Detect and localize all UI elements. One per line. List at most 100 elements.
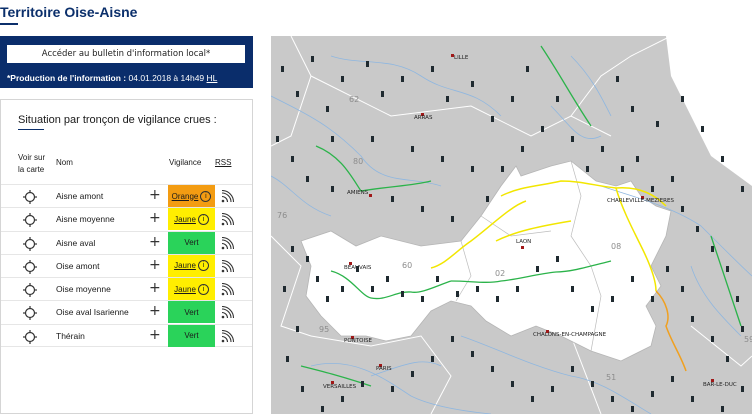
station-marker[interactable] <box>681 206 684 212</box>
station-marker[interactable] <box>436 276 439 282</box>
station-marker[interactable] <box>441 156 444 162</box>
station-marker[interactable] <box>556 96 559 102</box>
station-marker[interactable] <box>736 296 739 302</box>
station-marker[interactable] <box>741 186 744 192</box>
station-marker[interactable] <box>486 196 489 202</box>
station-marker[interactable] <box>696 226 699 232</box>
station-marker[interactable] <box>551 386 554 392</box>
station-marker[interactable] <box>331 136 334 142</box>
station-marker[interactable] <box>283 286 286 292</box>
header-rss[interactable]: RSS <box>215 158 231 167</box>
station-marker[interactable] <box>591 306 594 312</box>
station-marker[interactable] <box>721 406 724 412</box>
station-marker[interactable] <box>411 146 414 152</box>
locate-on-map-icon[interactable] <box>22 282 38 298</box>
station-marker[interactable] <box>451 216 454 222</box>
vigilance-label[interactable]: Jaune <box>174 261 196 270</box>
station-marker[interactable] <box>691 316 694 322</box>
locate-on-map-icon[interactable] <box>22 329 38 345</box>
vigilance-label[interactable]: Orange <box>172 192 199 201</box>
station-marker[interactable] <box>726 356 729 362</box>
station-marker[interactable] <box>611 296 614 302</box>
station-marker[interactable] <box>496 296 499 302</box>
rss-icon[interactable] <box>221 329 235 343</box>
station-marker[interactable] <box>341 76 344 82</box>
station-marker[interactable] <box>421 206 424 212</box>
station-marker[interactable] <box>711 336 714 342</box>
station-marker[interactable] <box>491 366 494 372</box>
station-marker[interactable] <box>386 276 389 282</box>
rss-icon[interactable] <box>221 306 235 319</box>
station-marker[interactable] <box>511 381 514 387</box>
station-marker[interactable] <box>666 266 669 272</box>
station-marker[interactable] <box>361 381 364 387</box>
station-marker[interactable] <box>671 176 674 182</box>
locate-on-map-icon[interactable] <box>22 212 38 228</box>
rss-icon[interactable] <box>221 213 235 226</box>
station-marker[interactable] <box>446 96 449 102</box>
station-marker[interactable] <box>631 106 634 112</box>
locate-on-map-icon[interactable] <box>22 189 38 205</box>
station-marker[interactable] <box>726 266 729 272</box>
vigilance-label[interactable]: Jaune <box>174 285 196 294</box>
station-marker[interactable] <box>501 166 504 172</box>
station-marker[interactable] <box>371 136 374 142</box>
station-marker[interactable] <box>341 286 344 292</box>
station-marker[interactable] <box>306 256 309 262</box>
rss-icon[interactable] <box>221 283 235 296</box>
station-marker[interactable] <box>306 176 309 182</box>
station-marker[interactable] <box>331 186 334 192</box>
station-marker[interactable] <box>411 371 414 377</box>
station-marker[interactable] <box>611 396 614 402</box>
station-marker[interactable] <box>291 156 294 162</box>
station-marker[interactable] <box>391 196 394 202</box>
info-icon[interactable]: i <box>200 190 212 202</box>
station-marker[interactable] <box>516 286 519 292</box>
station-marker[interactable] <box>431 66 434 72</box>
station-marker[interactable] <box>456 291 459 297</box>
station-marker[interactable] <box>341 396 344 402</box>
station-marker[interactable] <box>476 286 479 292</box>
station-marker[interactable] <box>366 61 369 67</box>
rss-icon[interactable] <box>221 236 235 250</box>
station-marker[interactable] <box>721 156 724 162</box>
station-marker[interactable] <box>526 66 529 72</box>
info-icon[interactable]: i <box>197 283 209 295</box>
expand-plus-icon[interactable]: + <box>149 327 161 343</box>
station-marker[interactable] <box>651 391 654 397</box>
station-marker[interactable] <box>286 356 289 362</box>
station-marker[interactable] <box>276 136 279 142</box>
station-marker[interactable] <box>571 136 574 142</box>
station-marker[interactable] <box>471 81 474 87</box>
expand-plus-icon[interactable]: + <box>149 303 161 319</box>
station-marker[interactable] <box>491 116 494 122</box>
expand-plus-icon[interactable]: + <box>149 187 161 203</box>
expand-plus-icon[interactable]: + <box>149 257 161 273</box>
station-marker[interactable] <box>616 76 619 82</box>
station-marker[interactable] <box>321 406 324 412</box>
station-marker[interactable] <box>531 396 534 402</box>
station-marker[interactable] <box>656 121 659 127</box>
station-marker[interactable] <box>301 386 304 392</box>
station-marker[interactable] <box>571 366 574 372</box>
station-marker[interactable] <box>401 76 404 82</box>
station-marker[interactable] <box>326 296 329 302</box>
station-marker[interactable] <box>326 106 329 112</box>
station-marker[interactable] <box>316 276 319 282</box>
locate-on-map-icon[interactable] <box>22 259 38 275</box>
station-marker[interactable] <box>536 266 539 272</box>
station-marker[interactable] <box>741 326 744 332</box>
station-marker[interactable] <box>586 166 589 172</box>
rss-icon[interactable] <box>221 190 235 203</box>
station-marker[interactable] <box>281 66 284 72</box>
station-marker[interactable] <box>296 326 299 332</box>
station-marker[interactable] <box>621 166 624 172</box>
map-canvas[interactable]: LILLE ARRAS AMIENS CHARLEVILLE-MEZIERES LAON… <box>271 36 752 414</box>
station-marker[interactable] <box>511 96 514 102</box>
station-marker[interactable] <box>701 126 704 132</box>
production-timezone[interactable]: HL <box>207 73 218 83</box>
station-marker[interactable] <box>471 166 474 172</box>
rss-icon[interactable] <box>221 259 235 273</box>
station-marker[interactable] <box>681 96 684 102</box>
info-icon[interactable]: i <box>197 213 209 225</box>
